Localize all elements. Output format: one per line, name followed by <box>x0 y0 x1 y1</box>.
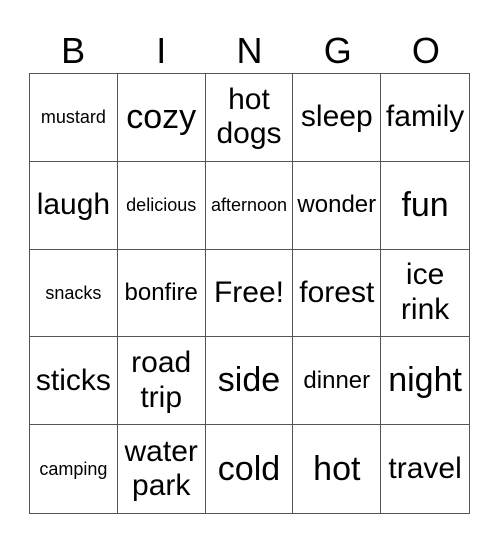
header-letter-g: G <box>323 30 352 71</box>
bingo-cell[interactable]: dinner <box>293 337 382 426</box>
bingo-cell[interactable]: delicious <box>117 161 206 250</box>
bingo-cell[interactable]: camping <box>30 425 118 513</box>
bingo-cell[interactable]: hot <box>293 425 382 513</box>
bingo-cell[interactable]: sticks <box>30 337 118 426</box>
bingo-cell[interactable]: laugh <box>30 161 118 250</box>
bingo-cell[interactable]: side <box>205 337 294 426</box>
bingo-cell[interactable]: mustard <box>30 74 118 162</box>
header-letter-i: I <box>156 30 167 71</box>
bingo-cell[interactable]: cozy <box>117 74 206 162</box>
bingo-cell[interactable]: afternoon <box>205 161 294 250</box>
free-space-cell[interactable]: Free! <box>205 249 294 338</box>
bingo-cell[interactable]: water park <box>118 425 206 513</box>
bingo-cell[interactable]: bonfire <box>117 249 206 338</box>
header-letter-b: B <box>61 30 86 71</box>
bingo-cell[interactable]: cold <box>206 425 294 513</box>
header-letter-n: N <box>236 30 263 71</box>
header-letter-o: O <box>411 30 440 71</box>
bingo-cell[interactable]: family <box>381 74 469 162</box>
bingo-cell[interactable]: night <box>381 337 469 426</box>
bingo-cell[interactable]: hot dogs <box>205 74 294 162</box>
bingo-cell[interactable]: road trip <box>117 337 206 426</box>
bingo-header: B I N G O <box>29 28 470 73</box>
bingo-cell[interactable]: fun <box>381 162 469 250</box>
bingo-cell[interactable]: snacks <box>30 249 118 338</box>
bingo-cell[interactable]: wonder <box>293 161 382 250</box>
bingo-card: mustard cozy hot dogs sleep family laugh … <box>29 73 470 514</box>
bingo-cell[interactable]: ice rink <box>381 250 469 338</box>
bingo-cell[interactable]: sleep <box>293 74 382 162</box>
bingo-cell[interactable]: travel <box>381 425 469 513</box>
bingo-cell[interactable]: forest <box>293 249 382 338</box>
